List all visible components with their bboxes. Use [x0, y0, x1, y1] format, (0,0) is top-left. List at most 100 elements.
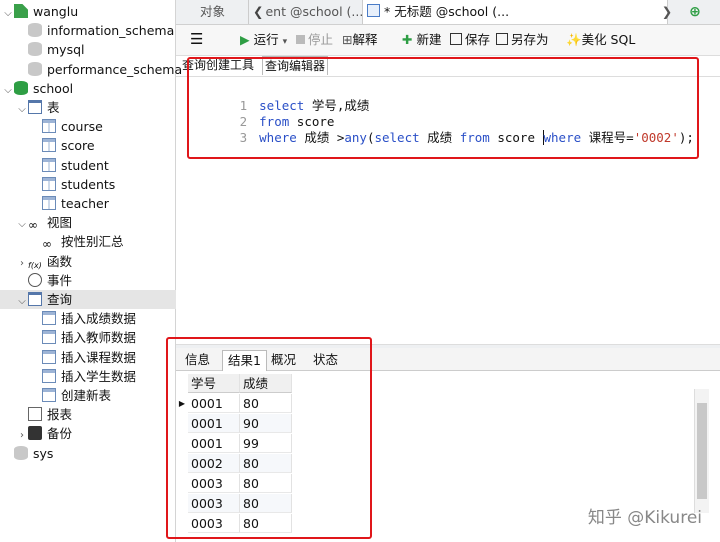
sidebar-item-school[interactable]: ⌵ school	[2, 79, 73, 98]
tab-previous-label: ent @school (...	[265, 4, 364, 19]
query-tab-icon	[367, 4, 380, 17]
sidebar-item-teacher[interactable]: teacher	[30, 194, 109, 213]
sidebar-item-n22[interactable]: › 备份	[16, 424, 72, 443]
report-icon	[28, 407, 42, 422]
current-row-marker-icon[interactable]: ▶	[176, 394, 188, 413]
save-as-icon	[496, 33, 508, 45]
table-cell[interactable]: 80	[240, 394, 292, 413]
sidebar-item-sys[interactable]: sys	[2, 444, 53, 463]
sidebar-item-n16[interactable]: 插入成绩数据	[30, 309, 136, 328]
sql-text: );	[678, 130, 694, 145]
chevron-down-icon[interactable]: ⌵	[16, 100, 28, 119]
query-toolbar: ☰ ▶ 运行 ▾ 停止 ⊞解释 ✚ 新建 保存 另存为 ✨美化 SQL	[176, 25, 720, 56]
sidebar-item-n20[interactable]: 创建新表	[30, 386, 111, 405]
sidebar-item-mysql[interactable]: mysql	[16, 40, 85, 59]
table-cell[interactable]: 80	[240, 494, 292, 513]
chevron-right-icon[interactable]: ›	[16, 254, 28, 273]
sidebar-item-n18[interactable]: 插入课程数据	[30, 348, 136, 367]
query-icon	[42, 349, 56, 364]
table-cell[interactable]: 0003	[188, 494, 240, 513]
table-cell[interactable]: 80	[240, 474, 292, 493]
sidebar-item-students[interactable]: students	[30, 175, 115, 194]
stop-button[interactable]: 停止	[296, 31, 333, 49]
new-tab-icon[interactable]: ⊕	[680, 0, 710, 24]
sidebar-item-n12[interactable]: ∞ 按性别汇总	[30, 232, 124, 251]
explain-icon: ⊞	[342, 32, 353, 47]
sidebar-item-label: 表	[47, 100, 60, 115]
save-button[interactable]: 保存	[450, 31, 490, 49]
sql-editor[interactable]: 1 select 学号,成绩 2 from score 3 where 成绩 >any…	[176, 76, 720, 345]
sidebar-item-n19[interactable]: 插入学生数据	[30, 367, 136, 386]
table-cell[interactable]: 0002	[188, 454, 240, 473]
sidebar-item-n15[interactable]: ⌵ 查询	[0, 290, 191, 309]
table-cell[interactable]: 99	[240, 434, 292, 453]
sidebar-item-label: 插入教师数据	[61, 330, 137, 346]
event-icon	[28, 272, 42, 287]
tab-result-3[interactable]: 状态	[308, 350, 343, 370]
tab-objects[interactable]: 对象	[200, 0, 248, 24]
table-cell[interactable]: 90	[240, 414, 292, 433]
sidebar-item-course[interactable]: course	[30, 117, 103, 136]
query-folder-icon	[28, 292, 42, 306]
sidebar-item-information_schema[interactable]: information_schema	[16, 21, 174, 40]
sidebar-item-n11[interactable]: ⌵ ∞ 视图	[16, 213, 72, 232]
row-marker[interactable]	[176, 494, 188, 513]
chevron-down-icon[interactable]: ⌵	[2, 81, 14, 100]
scrollbar-thumb[interactable]	[697, 403, 707, 499]
vertical-scrollbar[interactable]	[694, 389, 709, 513]
table-cell[interactable]: 0001	[188, 434, 240, 453]
sidebar-item-label: 报表	[47, 407, 73, 423]
table-cell[interactable]: 0003	[188, 474, 240, 493]
beautify-sql-button[interactable]: ✨美化 SQL	[566, 31, 635, 49]
column-header[interactable]: 学号	[188, 374, 240, 393]
tab-result-0[interactable]: 信息	[180, 350, 215, 370]
sidebar-item-n5[interactable]: ⌵ 表	[16, 98, 60, 117]
sidebar-item-student[interactable]: student	[30, 156, 109, 175]
sidebar-item-label: 视图	[47, 215, 73, 231]
chevron-right-icon[interactable]: ❯	[658, 0, 676, 24]
table-cell[interactable]: 80	[240, 454, 292, 473]
chevron-right-icon[interactable]: ›	[16, 426, 28, 445]
table-cell[interactable]: 0001	[188, 414, 240, 433]
row-marker[interactable]	[176, 474, 188, 493]
sidebar-item-label: students	[61, 176, 116, 192]
chevron-down-icon[interactable]: ⌵	[2, 4, 14, 23]
chevron-down-icon[interactable]: ⌵	[16, 292, 28, 311]
explain-button[interactable]: ⊞解释	[342, 31, 378, 49]
table-cell[interactable]: 0003	[188, 514, 240, 533]
sql-text: 成绩	[419, 130, 460, 145]
save-as-label: 另存为	[511, 32, 549, 47]
watermark: 知乎 @Kikurei	[587, 508, 702, 528]
table-cell[interactable]: 0001	[188, 394, 240, 413]
tab-result-2[interactable]: 概况	[266, 350, 301, 370]
row-marker[interactable]	[176, 414, 188, 433]
new-button[interactable]: ✚ 新建	[402, 31, 441, 49]
row-marker[interactable]	[176, 454, 188, 473]
sidebar-item-n14[interactable]: 事件	[16, 271, 72, 290]
menu-icon[interactable]: ☰	[190, 30, 203, 48]
row-marker[interactable]	[176, 434, 188, 453]
database-icon	[28, 23, 42, 38]
table-cell[interactable]: 80	[240, 514, 292, 533]
run-button[interactable]: ▶ 运行 ▾	[240, 31, 287, 49]
tab-query-editor[interactable]: 查询编辑器	[262, 56, 329, 75]
tab-query-builder[interactable]: 查询创建工具	[180, 56, 256, 74]
tab-previous-query[interactable]: ❮ ent @school (...	[248, 0, 363, 24]
sidebar-item-n17[interactable]: 插入教师数据	[30, 328, 136, 347]
row-marker[interactable]	[176, 514, 188, 533]
sidebar-item-score[interactable]: score	[30, 136, 95, 155]
sidebar-item-n13[interactable]: › f(x) 函数	[16, 252, 72, 271]
sql-keyword: from	[459, 130, 490, 145]
chevron-left-icon[interactable]: ❮	[253, 4, 263, 19]
dropdown-icon[interactable]: ▾	[283, 37, 288, 47]
sidebar-item-wanglu[interactable]: ⌵ wanglu	[2, 2, 78, 21]
tab-untitled-query[interactable]: * 无标题 @school (...	[362, 0, 668, 24]
chevron-down-icon[interactable]: ⌵	[16, 215, 28, 234]
database-icon	[28, 42, 42, 57]
sidebar-item-performance_schema[interactable]: performance_schema	[16, 60, 182, 79]
sidebar-item-label: 创建新表	[61, 388, 112, 403]
column-header[interactable]: 成绩	[240, 374, 292, 393]
save-as-button[interactable]: 另存为	[496, 31, 549, 49]
sidebar-item-n21[interactable]: 报表	[16, 405, 72, 424]
tab-result-1[interactable]: 结果1	[222, 350, 267, 371]
